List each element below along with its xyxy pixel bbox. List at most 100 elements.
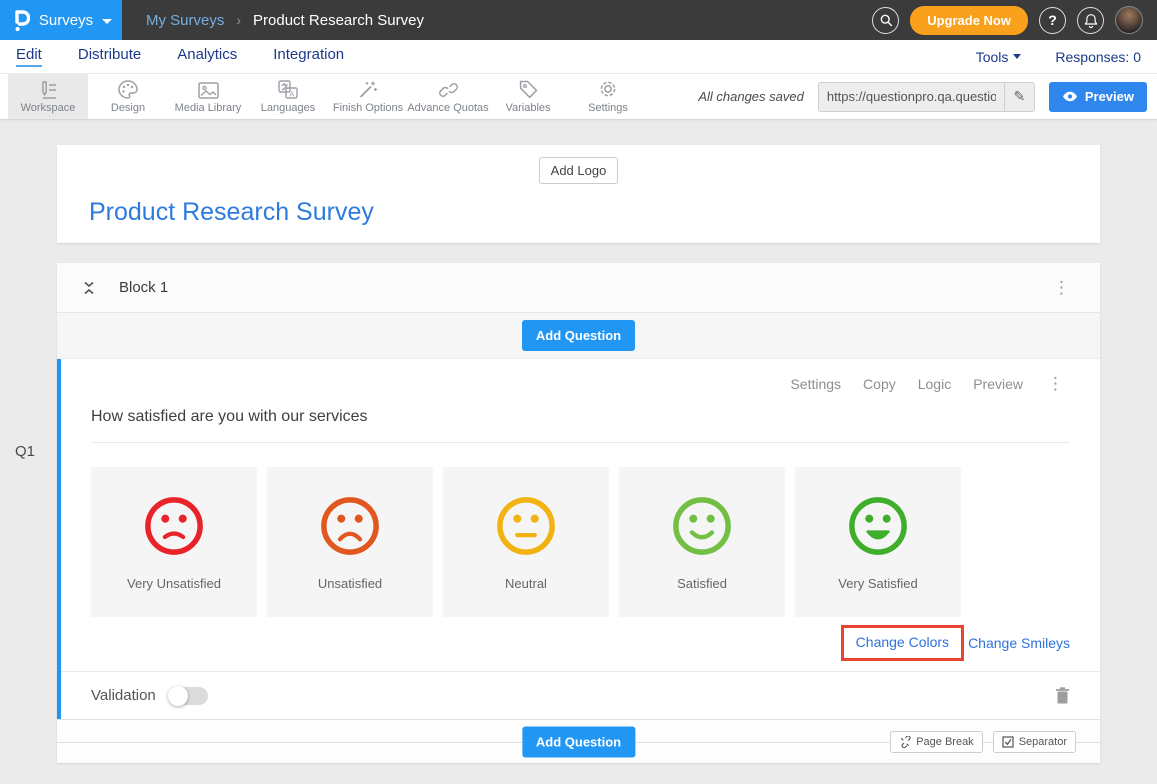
survey-title[interactable]: Product Research Survey — [89, 198, 1100, 227]
variables-label: Variables — [505, 102, 550, 114]
validation-toggle[interactable] — [170, 687, 208, 705]
save-status: All changes saved — [698, 89, 804, 104]
smiley-options: Very Unsatisfied Unsatisfied — [91, 467, 1070, 617]
block-menu-button[interactable]: ⋮ — [1047, 277, 1076, 298]
collapse-block-button[interactable] — [81, 280, 97, 296]
add-question-button-bottom[interactable]: Add Question — [522, 726, 635, 757]
product-switcher[interactable]: Surveys — [0, 0, 122, 40]
settings-label: Settings — [588, 102, 628, 114]
add-question-row-top: Add Question — [57, 313, 1100, 359]
smiley-links-row: Change Colors Change Smileys — [91, 625, 1070, 661]
question-settings-link[interactable]: Settings — [790, 376, 841, 392]
chain-links-icon — [438, 80, 459, 99]
question-menu-button[interactable]: ⋮ — [1041, 373, 1070, 394]
survey-header-card: Add Logo Product Research Survey — [57, 145, 1100, 243]
smiley-face-icon — [493, 493, 559, 559]
survey-url-group: ✎ — [818, 82, 1035, 112]
toolbar-design[interactable]: Design — [88, 74, 168, 119]
questionpro-logo-icon — [10, 7, 30, 33]
change-smileys-link[interactable]: Change Smileys — [968, 635, 1070, 651]
block-card: Block 1 ⋮ Add Question Settings Copy Log… — [57, 263, 1100, 763]
preview-label: Preview — [1085, 89, 1134, 104]
separator-button[interactable]: Separator — [993, 731, 1076, 753]
question-copy-link[interactable]: Copy — [863, 376, 896, 392]
separator-label: Separator — [1019, 736, 1067, 748]
tab-distribute[interactable]: Distribute — [78, 46, 141, 67]
top-bar: Surveys My Surveys › Product Research Su… — [0, 0, 1157, 40]
tab-integration[interactable]: Integration — [273, 46, 344, 67]
collapse-icon — [81, 280, 97, 296]
smiley-option-label: Very Unsatisfied — [127, 576, 221, 591]
page-break-label: Page Break — [916, 736, 973, 748]
magic-wand-icon — [358, 80, 378, 99]
workspace-canvas: Q1 Add Logo Product Research Survey Bloc… — [0, 145, 1157, 784]
workspace-icon — [38, 80, 58, 99]
tab-analytics[interactable]: Analytics — [177, 46, 237, 67]
block-title[interactable]: Block 1 — [119, 279, 168, 296]
survey-nav: Edit Distribute Analytics Integration To… — [0, 40, 1157, 74]
toolbar-advance-quotas[interactable]: Advance Quotas — [408, 74, 488, 119]
question-logic-link[interactable]: Logic — [918, 376, 951, 392]
smiley-option-label: Unsatisfied — [318, 576, 382, 591]
notifications-button[interactable] — [1077, 7, 1104, 34]
survey-url-input[interactable] — [819, 83, 1004, 111]
chevron-down-icon — [1013, 54, 1021, 59]
add-question-button-top[interactable]: Add Question — [522, 320, 635, 351]
smiley-option-very-unsatisfied[interactable]: Very Unsatisfied — [91, 467, 257, 617]
smiley-option-very-satisfied[interactable]: Very Satisfied — [795, 467, 961, 617]
search-button[interactable] — [872, 7, 899, 34]
block-header: Block 1 ⋮ — [57, 263, 1100, 313]
tab-edit[interactable]: Edit — [16, 46, 42, 67]
pencil-icon: ✎ — [1013, 88, 1025, 105]
question-index-label: Q1 — [15, 443, 35, 460]
preview-button[interactable]: Preview — [1049, 82, 1147, 112]
workspace-label: Workspace — [21, 102, 76, 114]
help-button[interactable]: ? — [1039, 7, 1066, 34]
delete-question-button[interactable] — [1055, 687, 1070, 704]
page-break-button[interactable]: Page Break — [890, 731, 982, 753]
block-footer: Add Question Page Break Separator — [57, 719, 1100, 763]
user-avatar[interactable] — [1115, 6, 1143, 34]
question-preview-link[interactable]: Preview — [973, 376, 1023, 392]
smiley-option-satisfied[interactable]: Satisfied — [619, 467, 785, 617]
tools-label: Tools — [976, 49, 1009, 65]
languages-label: Languages — [261, 102, 315, 114]
toolbar-variables[interactable]: Variables — [488, 74, 568, 119]
toolbar-settings[interactable]: Settings — [568, 74, 648, 119]
toolbar-media-library[interactable]: Media Library — [168, 74, 248, 119]
breadcrumb-my-surveys[interactable]: My Surveys — [146, 12, 224, 29]
bell-icon — [1084, 13, 1098, 28]
trash-icon — [1055, 687, 1070, 704]
design-label: Design — [111, 102, 145, 114]
validation-row: Validation — [61, 671, 1100, 719]
media-library-label: Media Library — [175, 102, 242, 114]
smiley-mouth — [165, 534, 183, 537]
smiley-option-label: Neutral — [505, 576, 547, 591]
smiley-mouth — [340, 534, 360, 540]
translate-icon: A — [278, 80, 298, 99]
svg-text:A: A — [289, 89, 294, 98]
breadcrumb-current-survey: Product Research Survey — [253, 12, 424, 29]
checkbox-icon — [1002, 736, 1014, 748]
edit-url-button[interactable]: ✎ — [1004, 83, 1034, 111]
breadcrumb: My Surveys › Product Research Survey — [146, 12, 424, 29]
toolbar-finish-options[interactable]: Finish Options — [328, 74, 408, 119]
question-actions: Settings Copy Logic Preview ⋮ — [91, 373, 1070, 394]
change-colors-highlight-box: Change Colors — [841, 625, 964, 661]
upgrade-now-button[interactable]: Upgrade Now — [910, 6, 1028, 35]
smiley-option-neutral[interactable]: Neutral — [443, 467, 609, 617]
responses-count[interactable]: Responses: 0 — [1055, 49, 1141, 65]
validation-label: Validation — [91, 687, 156, 704]
add-logo-button[interactable]: Add Logo — [539, 157, 619, 184]
smiley-option-label: Satisfied — [677, 576, 727, 591]
toolbar-languages[interactable]: A Languages — [248, 74, 328, 119]
editor-toolbar: Workspace Design Media Library A Languag… — [0, 74, 1157, 120]
toolbar-workspace[interactable]: Workspace — [8, 74, 88, 119]
image-icon — [198, 80, 219, 99]
smiley-option-unsatisfied[interactable]: Unsatisfied — [267, 467, 433, 617]
change-colors-link[interactable]: Change Colors — [856, 634, 949, 650]
tools-dropdown[interactable]: Tools — [976, 49, 1022, 65]
smiley-mouth — [867, 532, 888, 539]
question-text[interactable]: How satisfied are you with our services — [91, 408, 1070, 443]
toggle-knob — [168, 686, 188, 706]
